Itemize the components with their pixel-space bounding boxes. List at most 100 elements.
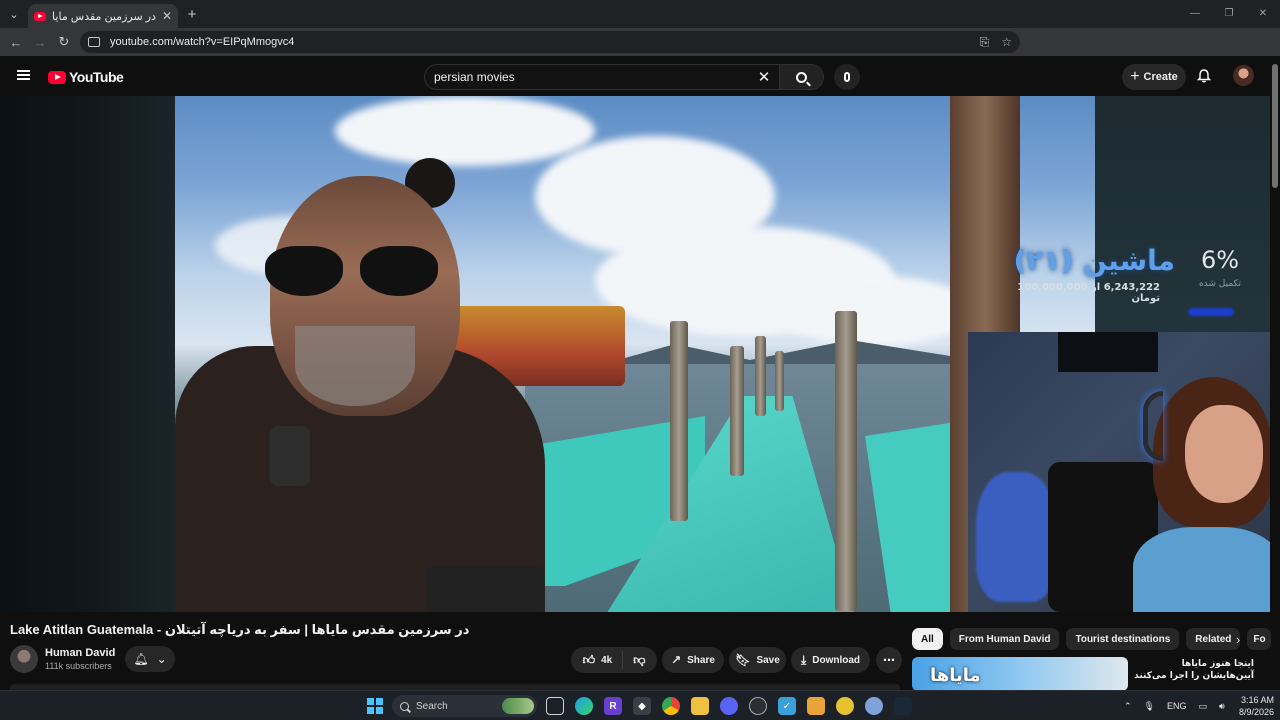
bookmark-icon: 🔖︎ <box>735 653 751 667</box>
dislike-button[interactable]: 👎︎ <box>633 654 645 666</box>
lapel-microphone <box>270 426 310 486</box>
windows-start-icon[interactable] <box>367 698 383 714</box>
edge-icon[interactable] <box>575 697 593 715</box>
like-count: 4k <box>601 654 613 666</box>
youtube-favicon-icon <box>34 11 46 21</box>
create-button[interactable]: + Create <box>1122 64 1186 90</box>
subscriber-count: 111k subscribers <box>45 661 112 671</box>
search-button[interactable] <box>779 65 823 89</box>
url-text: youtube.com/watch?v=EIPqMmogvc4 <box>110 36 295 48</box>
browser-toolbar: ← → ↻ youtube.com/watch?v=EIPqMmogvc4 ⎘ … <box>0 28 1280 77</box>
account-avatar[interactable] <box>1233 65 1254 86</box>
chevron-down-icon: ⌄ <box>156 652 167 666</box>
subscribe-notifications-button[interactable]: 🔔︎ ⌄ <box>125 646 175 672</box>
chevron-right-icon[interactable]: › <box>1236 632 1240 647</box>
back-button[interactable]: ← <box>4 35 28 50</box>
language-indicator[interactable]: ENG <box>1167 701 1187 711</box>
page-scrollbar-thumb[interactable] <box>1272 64 1278 188</box>
browser-tab-active[interactable]: در سرزمین مقدس مایاها | سفر به ✕ <box>28 4 178 28</box>
youtube-logo-text: YouTube <box>69 69 124 85</box>
chip-from-channel[interactable]: From Human David <box>949 628 1060 650</box>
recommendation-title[interactable]: اینجا هنوز مایاها آیین‌هایشان را اجرا می… <box>1132 658 1254 686</box>
share-label: Share <box>687 654 715 666</box>
download-button[interactable]: ⤓ Download <box>791 647 870 673</box>
channel-avatar[interactable] <box>10 645 38 673</box>
youtube-logo-icon <box>48 70 66 84</box>
more-actions-button[interactable]: ⋯ <box>876 647 902 673</box>
minimize-button[interactable]: — <box>1178 0 1212 28</box>
close-icon[interactable]: ✕ <box>162 9 172 23</box>
menu-icon[interactable] <box>17 70 30 80</box>
taskbar-search-label: Search <box>416 700 448 712</box>
save-button[interactable]: 🔖︎ Save <box>729 647 786 673</box>
search-box: ✕ <box>424 64 824 90</box>
window-close-button[interactable]: ✕ <box>1246 0 1280 28</box>
cloud <box>335 96 595 166</box>
app-globe-icon[interactable] <box>865 697 883 715</box>
chrome-icon[interactable] <box>662 697 680 715</box>
tab-search-button[interactable]: ⌄ <box>0 0 28 28</box>
taskbar-clock[interactable]: 3:16 AM 8/9/2026 <box>1228 694 1274 718</box>
headset <box>1143 391 1163 461</box>
app-cube-icon[interactable]: ◆ <box>633 697 651 715</box>
clear-search-icon[interactable]: ✕ <box>749 68 779 86</box>
search-icon <box>400 701 409 711</box>
microphone-icon[interactable]: 🎙︎ <box>1144 701 1155 712</box>
app-r-icon[interactable]: R <box>604 697 622 715</box>
reload-button[interactable]: ↻ <box>52 34 76 50</box>
like-button[interactable]: 👍︎ 4k <box>583 651 624 669</box>
share-icon: ↗ <box>671 653 682 667</box>
microphone-icon <box>844 72 850 82</box>
app-book-icon[interactable] <box>807 697 825 715</box>
clock-time: 3:16 AM <box>1240 695 1274 705</box>
overlay-goal-bar <box>1188 308 1234 316</box>
obs-icon[interactable] <box>749 697 767 715</box>
search-input[interactable] <box>425 65 749 89</box>
dock-post <box>730 346 744 476</box>
address-bar[interactable]: youtube.com/watch?v=EIPqMmogvc4 ⎘ ☆ <box>80 31 1020 53</box>
share-button[interactable]: ↗ Share <box>662 647 724 673</box>
windows-taskbar: Search R ◆ ✓ ⌃ 🎙︎ ENG ▭ 🔊︎ 3:16 AM 8/9/2… <box>0 690 1280 720</box>
ambient-background <box>0 96 175 612</box>
voice-search-button[interactable] <box>834 64 860 90</box>
video-frame[interactable] <box>175 96 1095 612</box>
chip-tourist-destinations[interactable]: Tourist destinations <box>1066 628 1180 650</box>
search-highlight-image <box>502 698 534 714</box>
save-label: Save <box>756 654 780 666</box>
recommendation-thumbnail[interactable]: مایاها <box>912 657 1128 691</box>
webcam-overlay <box>968 332 1270 612</box>
task-view-icon[interactable] <box>546 697 564 715</box>
file-explorer-icon[interactable] <box>691 697 709 715</box>
steam-icon[interactable] <box>894 697 912 715</box>
window-controls: — ❐ ✕ <box>1178 0 1280 28</box>
discord-icon[interactable] <box>720 697 738 715</box>
plush-toy <box>976 472 1056 602</box>
chip-related[interactable]: Related <box>1186 628 1241 650</box>
clock-date: 8/9/2026 <box>1238 707 1274 717</box>
notifications-bell-icon[interactable] <box>1197 69 1211 83</box>
volume-icon[interactable]: 🔊︎ <box>1219 701 1225 712</box>
browser-tab-bar: ⌄ در سرزمین مقدس مایاها | سفر به ✕ + — ❐… <box>0 0 1280 28</box>
video-title: Lake Atitlan Guatemala - در سرزمین مقدس … <box>10 622 470 637</box>
channel-name[interactable]: Human David <box>45 647 115 659</box>
taskbar-search[interactable]: Search <box>392 695 537 717</box>
bookmark-star-icon[interactable]: ☆ <box>1001 35 1012 50</box>
forward-button[interactable]: → <box>28 35 52 50</box>
dock-post <box>775 351 784 411</box>
cloud <box>775 276 975 346</box>
new-tab-button[interactable]: + <box>178 6 206 23</box>
maximize-button[interactable]: ❐ <box>1212 0 1246 28</box>
thumbs-up-icon: 👍︎ <box>582 653 596 667</box>
chevron-up-icon[interactable]: ⌃ <box>1124 701 1132 712</box>
recommendation-thumbnail-text: مایاها <box>930 665 981 686</box>
app-coin-icon[interactable] <box>836 697 854 715</box>
install-app-icon[interactable]: ⎘ <box>980 35 990 50</box>
chip-truncated[interactable]: Fo <box>1247 628 1272 650</box>
video-player[interactable]: ماشین (۲۱) 6,243,222 از 100,000,000 توما… <box>0 96 1270 612</box>
app-check-icon[interactable]: ✓ <box>778 697 796 715</box>
site-info-icon[interactable] <box>88 37 100 47</box>
network-icon[interactable]: ▭ <box>1199 701 1208 712</box>
youtube-logo[interactable]: YouTube <box>48 69 124 85</box>
download-label: Download <box>812 654 861 666</box>
chip-all[interactable]: All <box>912 628 943 650</box>
